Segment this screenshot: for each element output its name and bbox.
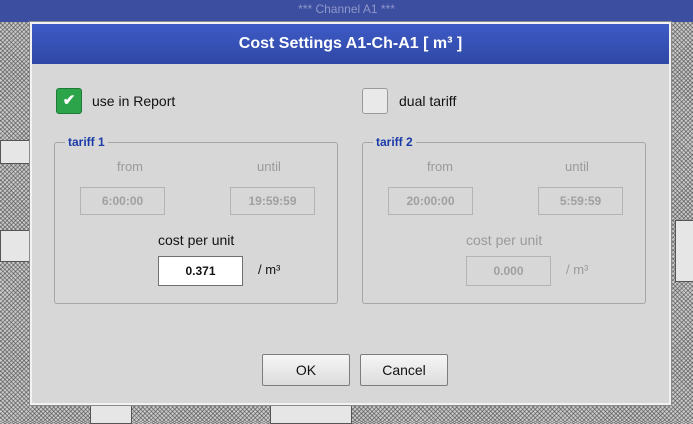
checkmark-icon: ✔ (62, 92, 76, 109)
cancel-button[interactable]: Cancel (360, 354, 448, 386)
tariff-2-group: tariff 2 from until 20:00:00 5:59:59 cos… (362, 135, 646, 304)
background-fragment (90, 405, 132, 424)
tariff-2-cost-field[interactable]: 0.000 (466, 256, 551, 286)
tariff-1-from-label: from (117, 159, 143, 174)
background-fragment (0, 230, 30, 262)
tariff-1-cost-label: cost per unit (158, 232, 235, 248)
tariff-1-cost-field[interactable]: 0.371 (158, 256, 243, 286)
dual-tariff-label: dual tariff (399, 93, 457, 109)
dual-tariff-checkbox[interactable] (362, 88, 388, 114)
use-in-report-checkbox[interactable]: ✔ (56, 88, 82, 114)
use-in-report-label: use in Report (92, 93, 176, 109)
tariff-2-legend: tariff 2 (373, 135, 416, 149)
tariff-2-unit: / m³ (566, 262, 589, 277)
tariff-2-from-label: from (427, 159, 453, 174)
tariff-1-group: tariff 1 from until 6:00:00 19:59:59 cos… (54, 135, 338, 304)
background-fragment (0, 140, 30, 164)
ok-button[interactable]: OK (262, 354, 350, 386)
tariff-2-until-label: until (565, 159, 589, 174)
cost-settings-dialog: Cost Settings A1-Ch-A1 [ m³ ] ✔ use in R… (30, 22, 671, 405)
tariff-1-until-field[interactable]: 19:59:59 (230, 187, 315, 215)
dialog-title: Cost Settings A1-Ch-A1 [ m³ ] (32, 24, 669, 64)
tariff-2-until-field[interactable]: 5:59:59 (538, 187, 623, 215)
tariff-2-from-field[interactable]: 20:00:00 (388, 187, 473, 215)
background-fragment (270, 405, 352, 424)
tariff-1-unit: / m³ (258, 262, 281, 277)
tariff-1-until-label: until (257, 159, 281, 174)
tariff-1-from-field[interactable]: 6:00:00 (80, 187, 165, 215)
background-window-title: *** Channel A1 *** (298, 2, 395, 16)
background-fragment (675, 220, 693, 282)
tariff-1-legend: tariff 1 (65, 135, 108, 149)
tariff-2-cost-label: cost per unit (466, 232, 543, 248)
